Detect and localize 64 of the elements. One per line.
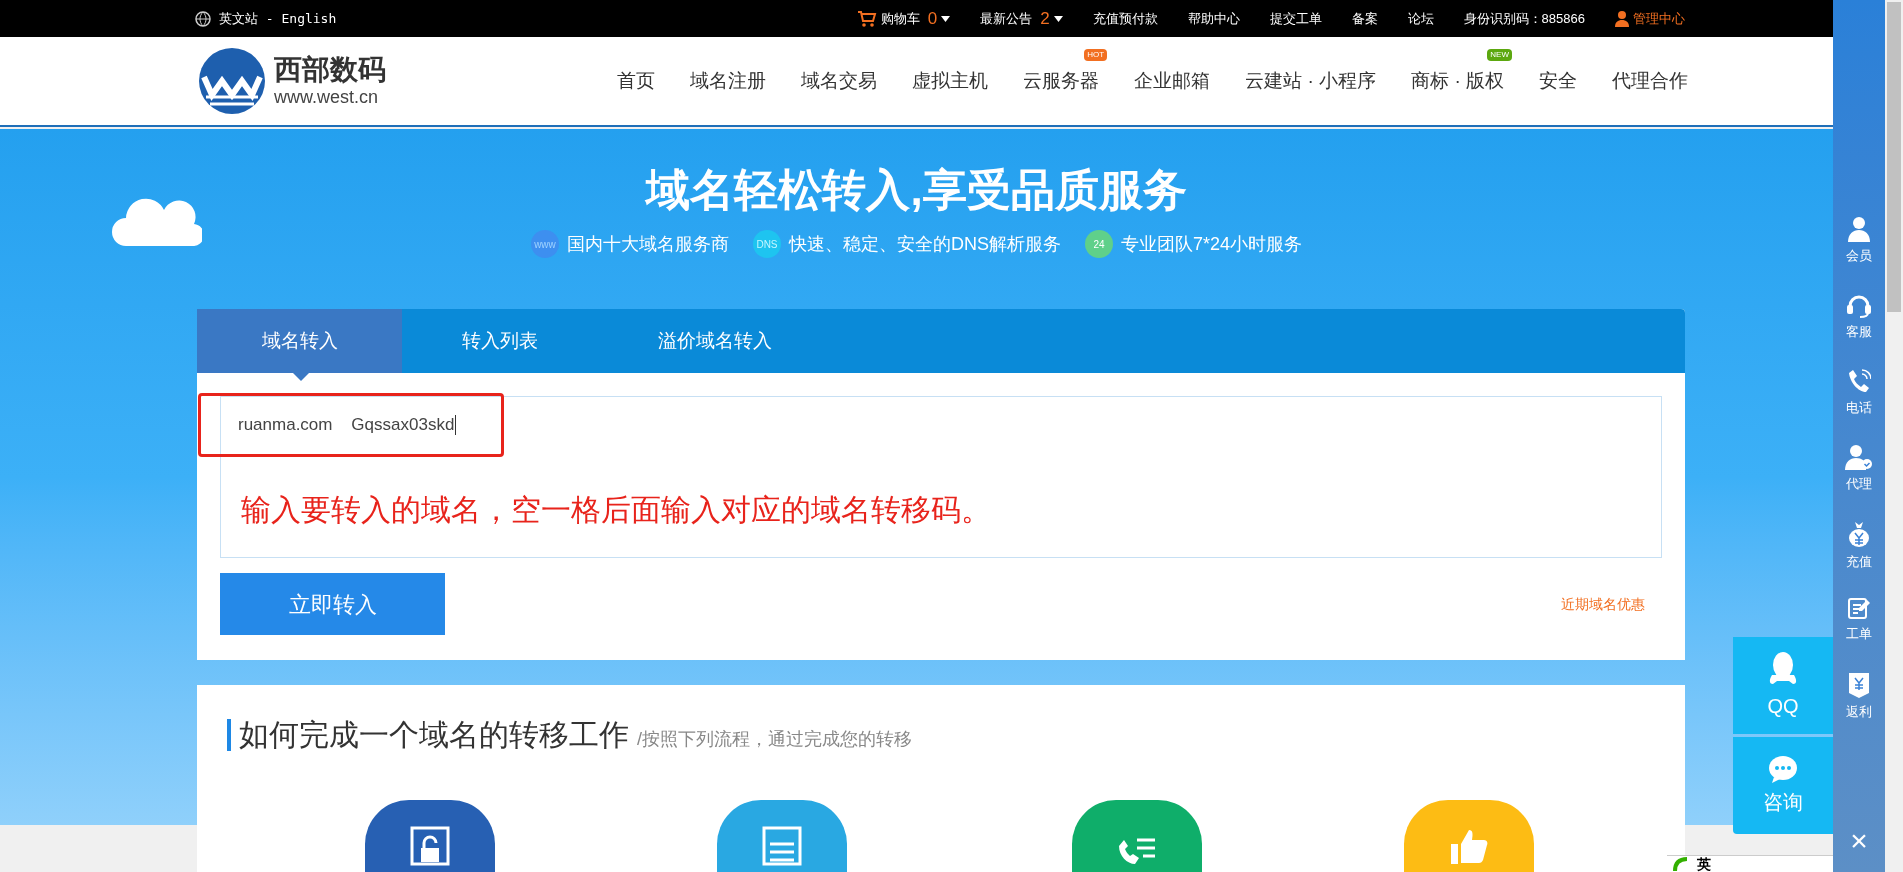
top-link[interactable]: 论坛 xyxy=(1407,8,1434,29)
globe-icon xyxy=(195,10,211,27)
annotation-text: 输入要转入的域名，空一格后面输入对应的域名转移码。 xyxy=(241,492,991,528)
chat-bubble-icon xyxy=(1768,754,1798,783)
notice-link[interactable]: 最新公告 xyxy=(980,8,1033,29)
side-item[interactable]: 会员 xyxy=(1846,216,1872,292)
top-link[interactable]: 身份识别码：885866 xyxy=(1463,8,1585,29)
top-link[interactable]: 备案 xyxy=(1351,8,1378,29)
nav-link[interactable]: 域名注册 xyxy=(690,69,767,91)
section-subtitle: /按照下列流程，通过完成您的转移 xyxy=(637,728,912,751)
nav-link[interactable]: 云建站 · 小程序 xyxy=(1245,69,1377,91)
nav-link[interactable]: 域名交易 xyxy=(801,69,878,91)
hero-title: 域名轻松转入,享受品质服务 xyxy=(646,164,1187,216)
account-link[interactable]: 管理中心 xyxy=(1633,8,1685,29)
yen-tag-icon xyxy=(1847,672,1871,698)
side-item[interactable]: 电话 xyxy=(1846,368,1872,444)
money-bag-icon xyxy=(1847,520,1871,548)
top-link[interactable]: 提交工单 xyxy=(1269,8,1322,29)
logo-name: 西部数码 xyxy=(274,54,386,86)
feature-text: 快速、稳定、安全的DNS解析服务 xyxy=(788,232,1061,256)
logo-icon xyxy=(198,47,266,115)
nav-link[interactable]: 云服务器 xyxy=(1023,69,1100,91)
nav-badge: NEW xyxy=(1487,48,1512,61)
scrollbar-thumb[interactable] xyxy=(1887,2,1901,312)
tab[interactable]: 转入列表 xyxy=(402,309,598,373)
cart-link[interactable]: 购物车 xyxy=(880,8,920,29)
person-icon xyxy=(1847,216,1871,242)
input-field[interactable]: ruanma.com Gqssax03skd xyxy=(198,393,504,457)
person-icon xyxy=(1615,10,1629,27)
list-form-icon xyxy=(760,826,804,866)
side-item[interactable]: 充值 xyxy=(1846,520,1872,596)
caret-icon xyxy=(1053,15,1063,22)
section-title: 如何完成一个域名的转移工作 xyxy=(239,717,629,753)
submit-button[interactable]: 立即转入 xyxy=(220,573,445,635)
top-link[interactable]: 充值预付款 xyxy=(1092,8,1158,29)
nav-badge: HOT xyxy=(1084,48,1108,61)
nav-link[interactable]: 商标 · 版权 xyxy=(1411,69,1504,91)
browser-lock-icon xyxy=(408,826,452,866)
language-link[interactable]: 英文站 - English xyxy=(219,8,337,29)
nav-link[interactable]: 企业邮箱 xyxy=(1134,69,1211,91)
caret-icon xyxy=(941,15,951,22)
pointer-icon xyxy=(293,373,309,381)
nav-link[interactable]: 代理合作 xyxy=(1612,69,1688,91)
nav-link[interactable]: 虚拟主机 xyxy=(912,69,989,91)
side-item[interactable]: 返利 xyxy=(1846,672,1872,748)
nav-link[interactable]: 安全 xyxy=(1539,69,1577,91)
count-label: 2 xyxy=(1040,7,1050,30)
person-check-icon xyxy=(1845,444,1873,470)
edit-note-icon xyxy=(1847,596,1871,620)
feature-text: 专业团队7*24小时服务 xyxy=(1121,232,1303,256)
tab[interactable]: 溢价域名转入 xyxy=(598,309,832,373)
ime-logo-icon xyxy=(1673,857,1689,871)
logo-url: www.west.cn xyxy=(274,86,380,108)
count-label: 0 xyxy=(927,7,938,30)
penguin-icon xyxy=(1768,650,1798,687)
side-item[interactable]: 代理 xyxy=(1845,444,1873,520)
ime-mode[interactable]: 英 xyxy=(1697,856,1711,872)
nav-link[interactable]: 首页 xyxy=(617,69,656,91)
cart-icon xyxy=(856,9,877,28)
phone-icon xyxy=(1847,368,1871,394)
side-item[interactable]: 工单 xyxy=(1846,596,1872,672)
feature-text: 国内十大域名服务商 xyxy=(566,232,729,256)
top-link[interactable]: 帮助中心 xyxy=(1187,8,1240,29)
side-item[interactable]: 客服 xyxy=(1846,292,1872,368)
